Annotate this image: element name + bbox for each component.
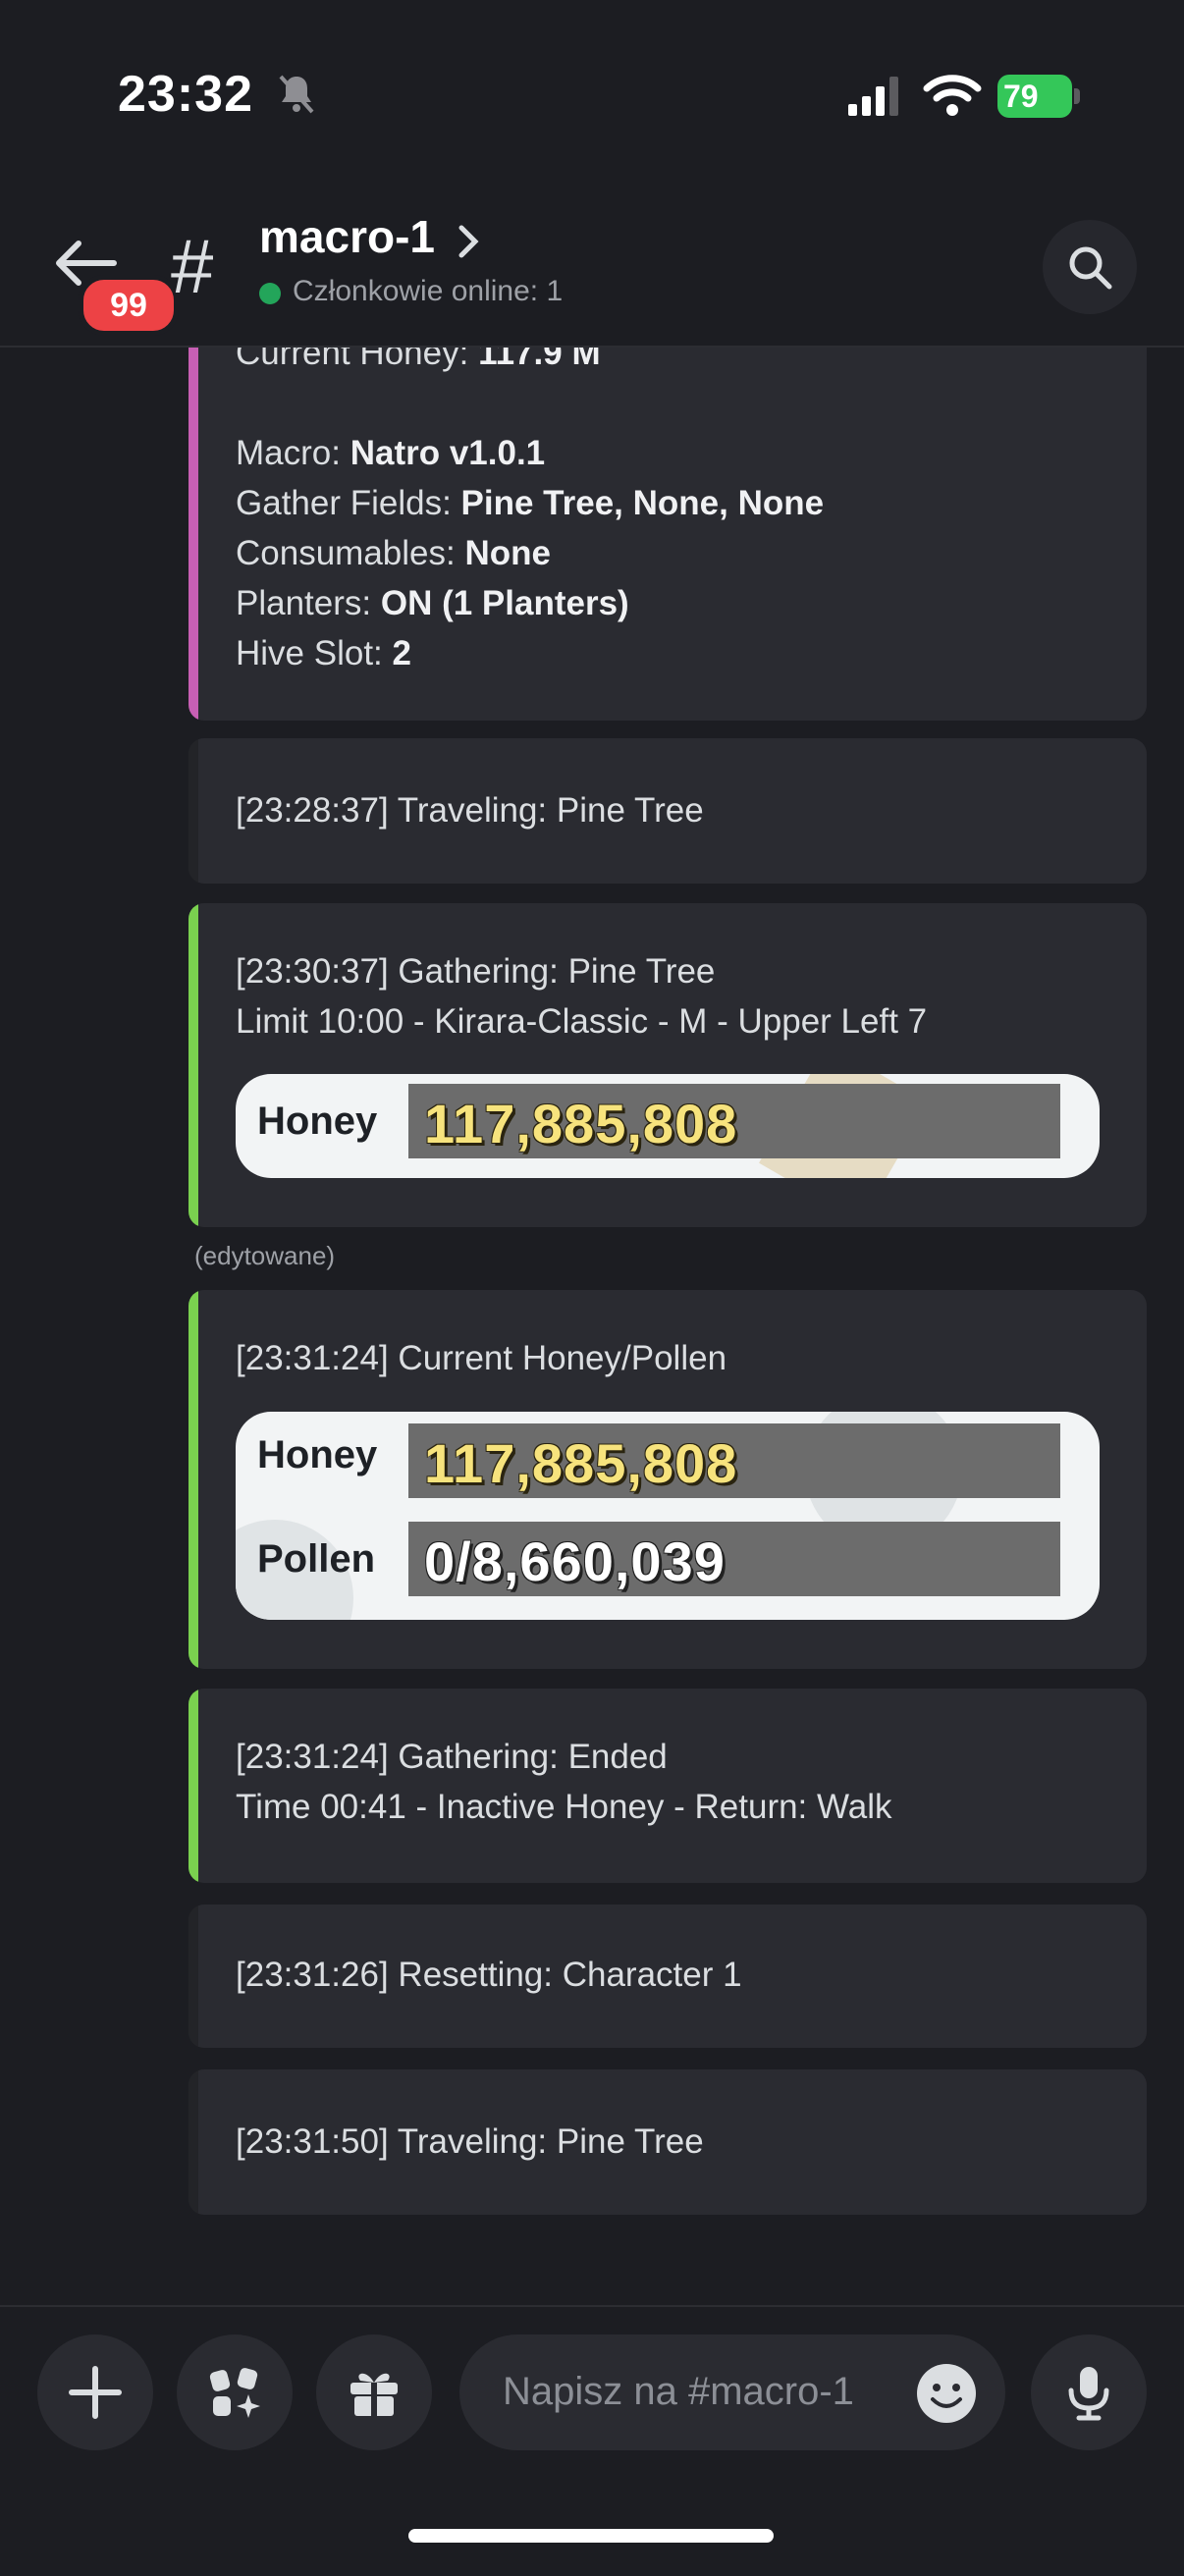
status-embed: Current Honey: 117.9 M Macro: Natro v1.0… xyxy=(188,348,1147,721)
embed-text: [23:31:50] Traveling: Pine Tree xyxy=(236,2122,704,2161)
embed-text: [23:31:24] Current Honey/Pollen xyxy=(236,1339,727,1377)
channel-title[interactable]: macro-1 xyxy=(259,210,435,263)
chevron-right-icon[interactable] xyxy=(454,222,483,261)
embed-text: Limit 10:00 - Kirara-Classic - M - Upper… xyxy=(236,1002,928,1041)
honey-label: Honey xyxy=(257,1100,378,1143)
signal-icon xyxy=(848,77,898,116)
honey-image[interactable]: Honey 117,885,808 xyxy=(236,1074,1100,1178)
honey-value-box: 117,885,808 xyxy=(408,1084,1060,1158)
message-embed: [23:30:37] Gathering: Pine Tree Limit 10… xyxy=(188,903,1147,1227)
embed-line: Macro: Natro v1.0.1 xyxy=(236,434,546,472)
gift-icon xyxy=(350,2373,398,2418)
message-embed: [23:31:24] Current Honey/Pollen Honey 11… xyxy=(188,1290,1147,1669)
embed-text: [23:31:26] Resetting: Character 1 xyxy=(236,1956,742,1994)
message-embed: [23:31:24] Gathering: Ended Time 00:41 -… xyxy=(188,1689,1147,1883)
message-input[interactable]: Napisz na #macro-1 xyxy=(459,2334,1005,2450)
embed-line: Current Honey: 117.9 M xyxy=(236,348,601,372)
battery-level: 79 xyxy=(997,75,1072,118)
wifi-icon xyxy=(923,75,982,116)
honey-pollen-image[interactable]: Honey 117,885,808 Pollen 0/8,660,039 xyxy=(236,1412,1100,1620)
message-input-placeholder: Napisz na #macro-1 xyxy=(503,2370,854,2413)
embed-text: [23:30:37] Gathering: Pine Tree xyxy=(236,952,716,991)
honey-value: 117,885,808 xyxy=(424,1432,738,1494)
honey-value-box: 117,885,808 xyxy=(408,1423,1060,1498)
message-composer: Napisz na #macro-1 xyxy=(0,2305,1184,2576)
plus-icon xyxy=(69,2366,122,2419)
pollen-value-box: 0/8,660,039 xyxy=(408,1522,1060,1596)
pollen-label: Pollen xyxy=(257,1537,376,1581)
embed-line: Gather Fields: Pine Tree, None, None xyxy=(236,484,825,522)
online-indicator xyxy=(259,283,281,304)
attach-button[interactable] xyxy=(37,2334,153,2450)
microphone-icon xyxy=(1068,2367,1109,2421)
pollen-value: 0/8,660,039 xyxy=(424,1530,726,1592)
message-embed: [23:31:26] Resetting: Character 1 xyxy=(188,1905,1147,2048)
honey-value: 117,885,808 xyxy=(424,1093,738,1154)
embed-text: [23:28:37] Traveling: Pine Tree xyxy=(236,791,704,830)
battery-icon: 79 xyxy=(997,75,1080,118)
voice-button[interactable] xyxy=(1031,2334,1147,2450)
edited-label: (edytowane) xyxy=(194,1241,336,1270)
unread-badge: 99 xyxy=(79,275,179,336)
clock: 23:32 xyxy=(118,66,253,123)
apps-button[interactable] xyxy=(177,2334,293,2450)
home-indicator xyxy=(408,2529,774,2543)
apps-icon xyxy=(209,2368,260,2418)
embed-line: Hive Slot: 2 xyxy=(236,634,411,672)
message-list[interactable]: Current Honey: 117.9 M Macro: Natro v1.0… xyxy=(0,348,1184,2307)
muted-bell-icon xyxy=(279,75,314,114)
honey-label: Honey xyxy=(257,1433,378,1476)
search-button[interactable] xyxy=(1043,220,1137,314)
embed-line: Planters: ON (1 Planters) xyxy=(236,584,629,622)
channel-header: 99 # macro-1 Członkowie online: 1 xyxy=(0,196,1184,348)
status-bar: 23:32 79 xyxy=(0,0,1184,196)
embed-line: Consumables: None xyxy=(236,534,551,572)
embed-text: Time 00:41 - Inactive Honey - Return: Wa… xyxy=(236,1788,892,1826)
channel-hash-icon: # xyxy=(171,223,214,309)
message-embed: [23:31:50] Traveling: Pine Tree xyxy=(188,2069,1147,2215)
emoji-icon[interactable] xyxy=(915,2362,978,2425)
message-embed: [23:28:37] Traveling: Pine Tree xyxy=(188,738,1147,884)
embed-text: [23:31:24] Gathering: Ended xyxy=(236,1738,668,1776)
gift-button[interactable] xyxy=(316,2334,432,2450)
online-members: Członkowie online: 1 xyxy=(293,275,564,307)
search-icon xyxy=(1069,246,1112,290)
